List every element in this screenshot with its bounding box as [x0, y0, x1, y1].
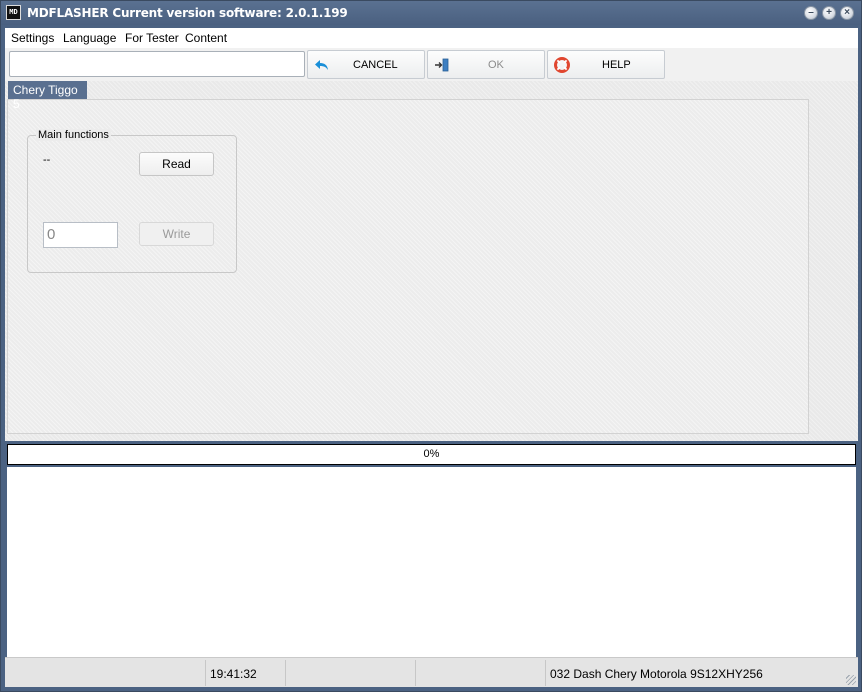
resize-grip-icon[interactable]	[846, 675, 856, 685]
toolbar: CANCEL OK HELP	[5, 48, 858, 81]
status-text: --	[43, 154, 51, 166]
status-cell-3	[285, 660, 415, 686]
ok-label: OK	[488, 59, 504, 71]
write-button[interactable]: Write	[139, 222, 214, 246]
group-title: Main functions	[36, 129, 111, 141]
main-functions-group: Main functions -- Read 0 Write	[27, 129, 237, 273]
progress-bar: 0%	[7, 444, 856, 465]
log-area[interactable]	[7, 467, 856, 657]
enter-door-icon	[435, 58, 449, 72]
title-bar[interactable]: MD MDFLASHER Current version software: 2…	[1, 1, 861, 25]
cancel-label: CANCEL	[353, 59, 398, 71]
cancel-button[interactable]: CANCEL	[307, 50, 425, 79]
help-button[interactable]: HELP	[547, 50, 665, 79]
status-time: 19:41:32	[205, 660, 285, 686]
help-label: HELP	[602, 59, 631, 71]
menu-language[interactable]: Language	[63, 31, 116, 45]
tab-chery-tiggo-5[interactable]: Chery Tiggo 5	[8, 81, 87, 111]
status-module: 032 Dash Chery Motorola 9S12XHY256	[545, 660, 845, 686]
tab-page: Main functions -- Read 0 Write	[7, 99, 809, 434]
app-logo-icon: MD	[6, 5, 21, 20]
ok-button[interactable]: OK	[427, 50, 545, 79]
minimize-icon[interactable]: –	[804, 6, 818, 20]
status-cell-1	[5, 660, 205, 686]
menu-bar: Settings Language For Tester Content	[5, 28, 858, 48]
menu-settings[interactable]: Settings	[11, 31, 54, 45]
app-window: MD MDFLASHER Current version software: 2…	[0, 0, 862, 692]
menu-for-tester[interactable]: For Tester	[125, 31, 179, 45]
search-input[interactable]	[9, 51, 305, 77]
status-cell-4	[415, 660, 545, 686]
value-input[interactable]: 0	[43, 222, 118, 248]
read-button[interactable]: Read	[139, 152, 214, 176]
progress-label: 0%	[423, 448, 440, 460]
window-title: MDFLASHER Current version software: 2.0.…	[27, 6, 348, 20]
close-icon[interactable]: ×	[840, 6, 854, 20]
main-content: Main functions -- Read 0 Write	[5, 81, 858, 441]
lifebuoy-icon	[554, 57, 570, 73]
status-bar: 19:41:32 032 Dash Chery Motorola 9S12XHY…	[5, 657, 858, 687]
menu-content[interactable]: Content	[185, 31, 227, 45]
maximize-icon[interactable]: +	[822, 6, 836, 20]
undo-arrow-icon	[315, 60, 328, 70]
